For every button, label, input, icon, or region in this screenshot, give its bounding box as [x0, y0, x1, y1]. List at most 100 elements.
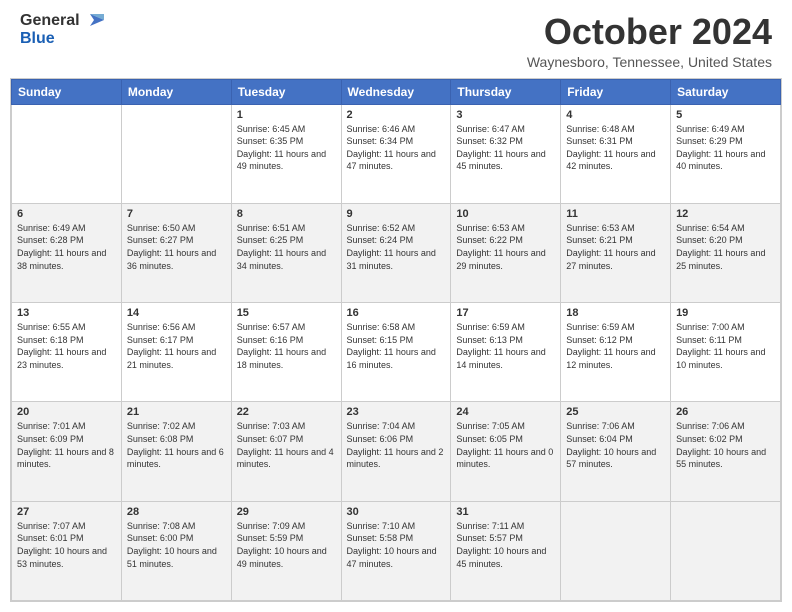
calendar-cell — [121, 104, 231, 203]
day-number: 9 — [347, 208, 446, 220]
calendar-cell: 29Sunrise: 7:09 AM Sunset: 5:59 PM Dayli… — [231, 501, 341, 600]
col-thursday: Thursday — [451, 79, 561, 104]
day-info: Sunrise: 6:47 AM Sunset: 6:32 PM Dayligh… — [456, 123, 555, 173]
table-row: 1 Sunrise: 6:45 AM Sunset: 6:35 PM Daylig… — [12, 104, 781, 203]
day-number: 10 — [456, 208, 555, 220]
day-number: 13 — [17, 307, 116, 319]
day-info: Sunrise: 7:07 AM Sunset: 6:01 PM Dayligh… — [17, 520, 116, 570]
calendar-cell: 7Sunrise: 6:50 AM Sunset: 6:27 PM Daylig… — [121, 203, 231, 302]
calendar: Sunday Monday Tuesday Wednesday Thursday… — [10, 78, 782, 602]
logo-bird-icon — [82, 12, 104, 30]
calendar-cell: 6 Sunrise: 6:49 AM Sunset: 6:28 PM Daylig… — [12, 203, 122, 302]
day-number: 3 — [456, 109, 555, 121]
day-number: 16 — [347, 307, 446, 319]
table-row: 20 Sunrise: 7:01 AM Sunset: 6:09 PM Dayli… — [12, 402, 781, 501]
day-info: Sunrise: 6:54 AM Sunset: 6:20 PM Dayligh… — [676, 222, 775, 272]
col-tuesday: Tuesday — [231, 79, 341, 104]
day-info: Sunrise: 6:59 AM Sunset: 6:12 PM Dayligh… — [566, 321, 665, 371]
calendar-cell: 12 Sunrise: 6:54 AM Sunset: 6:20 PM Dayli… — [671, 203, 781, 302]
day-info: Sunrise: 6:56 AM Sunset: 6:17 PM Dayligh… — [127, 321, 226, 371]
calendar-cell: 27 Sunrise: 7:07 AM Sunset: 6:01 PM Dayli… — [12, 501, 122, 600]
calendar-cell — [12, 104, 122, 203]
page: General Blue October 2024 Waynesboro, Te… — [0, 0, 792, 612]
day-info: Sunrise: 6:50 AM Sunset: 6:27 PM Dayligh… — [127, 222, 226, 272]
day-number: 6 — [17, 208, 116, 220]
day-number: 15 — [237, 307, 336, 319]
col-wednesday: Wednesday — [341, 79, 451, 104]
calendar-cell: 17Sunrise: 6:59 AM Sunset: 6:13 PM Dayli… — [451, 303, 561, 402]
day-number: 22 — [237, 406, 336, 418]
calendar-cell: 18 Sunrise: 6:59 AM Sunset: 6:12 PM Dayli… — [561, 303, 671, 402]
day-info: Sunrise: 6:48 AM Sunset: 6:31 PM Dayligh… — [566, 123, 665, 173]
day-number: 27 — [17, 506, 116, 518]
calendar-cell: 15 Sunrise: 6:57 AM Sunset: 6:16 PM Dayli… — [231, 303, 341, 402]
day-number: 25 — [566, 406, 665, 418]
day-number: 23 — [347, 406, 446, 418]
header-row: Sunday Monday Tuesday Wednesday Thursday… — [12, 79, 781, 104]
day-info: Sunrise: 7:05 AM Sunset: 6:05 PM Dayligh… — [456, 420, 555, 470]
day-number: 29 — [237, 506, 336, 518]
day-number: 26 — [676, 406, 775, 418]
calendar-cell: 22 Sunrise: 7:03 AM Sunset: 6:07 PM Dayli… — [231, 402, 341, 501]
header: General Blue October 2024 Waynesboro, Te… — [0, 0, 792, 78]
calendar-cell: 28 Sunrise: 7:08 AM Sunset: 6:00 PM Dayli… — [121, 501, 231, 600]
col-monday: Monday — [121, 79, 231, 104]
day-info: Sunrise: 7:04 AM Sunset: 6:06 PM Dayligh… — [347, 420, 446, 470]
logo: General Blue — [20, 12, 104, 48]
day-info: Sunrise: 6:53 AM Sunset: 6:22 PM Dayligh… — [456, 222, 555, 272]
calendar-cell: 11 Sunrise: 6:53 AM Sunset: 6:21 PM Dayli… — [561, 203, 671, 302]
calendar-table: Sunday Monday Tuesday Wednesday Thursday… — [11, 79, 781, 601]
day-number: 5 — [676, 109, 775, 121]
day-number: 31 — [456, 506, 555, 518]
col-saturday: Saturday — [671, 79, 781, 104]
calendar-cell: 2Sunrise: 6:46 AM Sunset: 6:34 PM Daylig… — [341, 104, 451, 203]
day-number: 19 — [676, 307, 775, 319]
calendar-cell — [561, 501, 671, 600]
calendar-cell: 24Sunrise: 7:05 AM Sunset: 6:05 PM Dayli… — [451, 402, 561, 501]
day-info: Sunrise: 7:02 AM Sunset: 6:08 PM Dayligh… — [127, 420, 226, 470]
day-info: Sunrise: 7:06 AM Sunset: 6:02 PM Dayligh… — [676, 420, 775, 470]
calendar-cell: 26 Sunrise: 7:06 AM Sunset: 6:02 PM Dayli… — [671, 402, 781, 501]
calendar-cell: 8Sunrise: 6:51 AM Sunset: 6:25 PM Daylig… — [231, 203, 341, 302]
day-info: Sunrise: 6:49 AM Sunset: 6:28 PM Dayligh… — [17, 222, 116, 272]
day-info: Sunrise: 6:52 AM Sunset: 6:24 PM Dayligh… — [347, 222, 446, 272]
day-info: Sunrise: 7:06 AM Sunset: 6:04 PM Dayligh… — [566, 420, 665, 470]
table-row: 27 Sunrise: 7:07 AM Sunset: 6:01 PM Dayli… — [12, 501, 781, 600]
calendar-cell: 3 Sunrise: 6:47 AM Sunset: 6:32 PM Daylig… — [451, 104, 561, 203]
calendar-cell: 21Sunrise: 7:02 AM Sunset: 6:08 PM Dayli… — [121, 402, 231, 501]
calendar-cell: 25 Sunrise: 7:06 AM Sunset: 6:04 PM Dayli… — [561, 402, 671, 501]
month-title: October 2024 — [527, 12, 772, 52]
day-number: 11 — [566, 208, 665, 220]
col-friday: Friday — [561, 79, 671, 104]
calendar-cell: 14Sunrise: 6:56 AM Sunset: 6:17 PM Dayli… — [121, 303, 231, 402]
day-info: Sunrise: 6:57 AM Sunset: 6:16 PM Dayligh… — [237, 321, 336, 371]
day-info: Sunrise: 6:53 AM Sunset: 6:21 PM Dayligh… — [566, 222, 665, 272]
day-info: Sunrise: 6:49 AM Sunset: 6:29 PM Dayligh… — [676, 123, 775, 173]
day-number: 18 — [566, 307, 665, 319]
calendar-cell: 31 Sunrise: 7:11 AM Sunset: 5:57 PM Dayli… — [451, 501, 561, 600]
day-number: 2 — [347, 109, 446, 121]
calendar-cell: 4Sunrise: 6:48 AM Sunset: 6:31 PM Daylig… — [561, 104, 671, 203]
day-info: Sunrise: 7:01 AM Sunset: 6:09 PM Dayligh… — [17, 420, 116, 470]
calendar-cell: 20 Sunrise: 7:01 AM Sunset: 6:09 PM Dayli… — [12, 402, 122, 501]
calendar-cell: 30Sunrise: 7:10 AM Sunset: 5:58 PM Dayli… — [341, 501, 451, 600]
day-number: 12 — [676, 208, 775, 220]
day-number: 30 — [347, 506, 446, 518]
calendar-cell: 23 Sunrise: 7:04 AM Sunset: 6:06 PM Dayli… — [341, 402, 451, 501]
day-info: Sunrise: 6:51 AM Sunset: 6:25 PM Dayligh… — [237, 222, 336, 272]
calendar-header: Sunday Monday Tuesday Wednesday Thursday… — [12, 79, 781, 104]
day-info: Sunrise: 6:59 AM Sunset: 6:13 PM Dayligh… — [456, 321, 555, 371]
calendar-cell: 16Sunrise: 6:58 AM Sunset: 6:15 PM Dayli… — [341, 303, 451, 402]
calendar-cell — [671, 501, 781, 600]
day-number: 20 — [17, 406, 116, 418]
day-number: 28 — [127, 506, 226, 518]
calendar-body: 1 Sunrise: 6:45 AM Sunset: 6:35 PM Daylig… — [12, 104, 781, 600]
day-info: Sunrise: 7:11 AM Sunset: 5:57 PM Dayligh… — [456, 520, 555, 570]
day-info: Sunrise: 7:03 AM Sunset: 6:07 PM Dayligh… — [237, 420, 336, 470]
day-info: Sunrise: 7:08 AM Sunset: 6:00 PM Dayligh… — [127, 520, 226, 570]
day-info: Sunrise: 6:45 AM Sunset: 6:35 PM Dayligh… — [237, 123, 336, 173]
calendar-cell: 9 Sunrise: 6:52 AM Sunset: 6:24 PM Daylig… — [341, 203, 451, 302]
title-block: October 2024 Waynesboro, Tennessee, Unit… — [527, 12, 772, 70]
day-number: 1 — [237, 109, 336, 121]
col-sunday: Sunday — [12, 79, 122, 104]
